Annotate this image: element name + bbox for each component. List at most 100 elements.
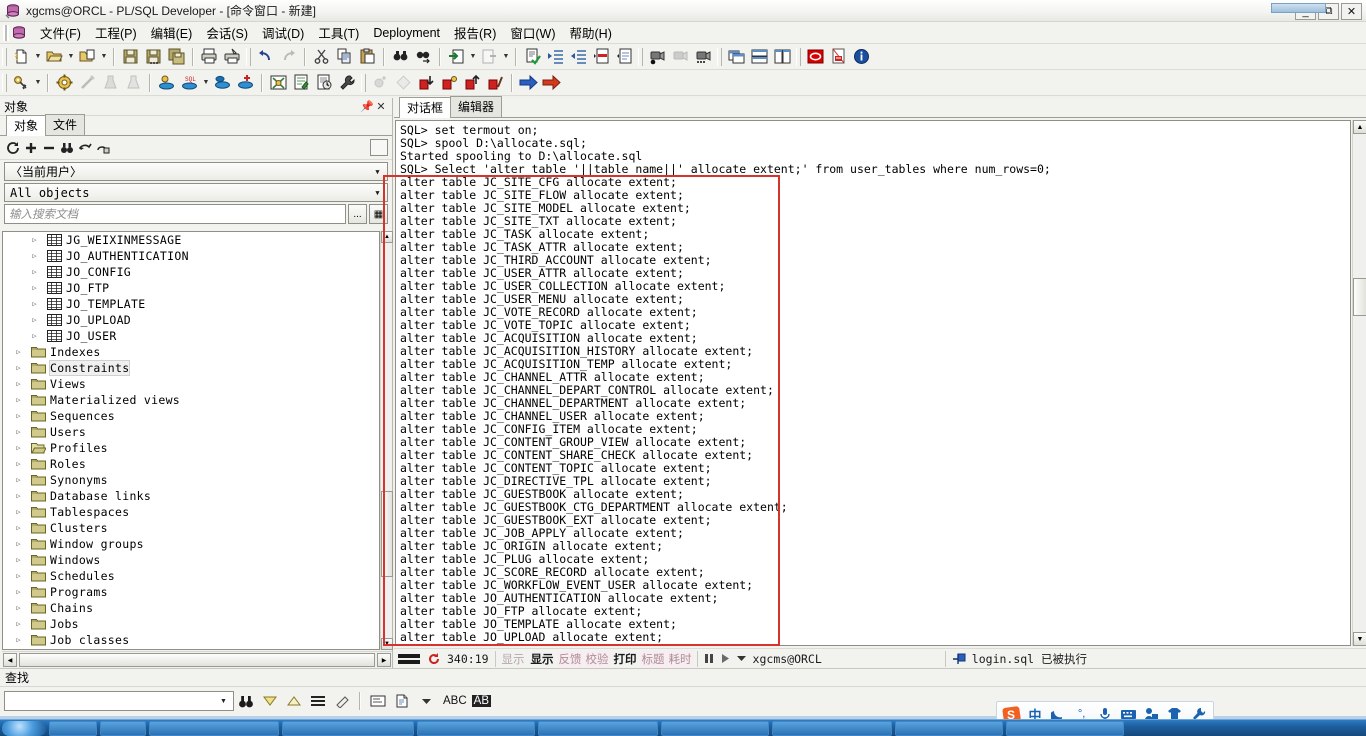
find-down-icon[interactable]	[258, 690, 282, 712]
options-chevron-icon[interactable]	[414, 690, 438, 712]
find-in-window-icon[interactable]	[366, 690, 390, 712]
add-icon[interactable]	[22, 139, 40, 157]
toolbar-session-grip[interactable]	[2, 74, 7, 92]
expand-chevron-icon[interactable]: ▷	[13, 348, 24, 356]
menu-debug[interactable]: 调试(D)	[255, 21, 311, 44]
run-to-icon[interactable]	[484, 72, 507, 94]
open-folder-dropdown-icon[interactable]: ▼	[66, 46, 76, 68]
scroll-thumb[interactable]	[381, 491, 393, 577]
expand-chevron-icon[interactable]: ▷	[13, 444, 24, 452]
hscroll-right-button[interactable]: ▶	[377, 653, 391, 667]
chevron-down-icon[interactable]: ▼	[370, 164, 385, 179]
find-in-files-icon[interactable]	[390, 690, 414, 712]
beaker-icon[interactable]	[99, 72, 122, 94]
expand-chevron-icon[interactable]: ▷	[13, 620, 24, 628]
cut-icon[interactable]	[310, 46, 333, 68]
status-button-show-2[interactable]: 显示	[528, 650, 557, 668]
hscroll-left-button[interactable]: ◀	[3, 653, 17, 667]
pause-icon[interactable]	[701, 650, 717, 668]
expand-chevron-icon[interactable]: ▷	[29, 300, 40, 308]
menu-help[interactable]: 帮助(H)	[563, 21, 619, 44]
open-folder-icon[interactable]	[43, 46, 66, 68]
tree-node[interactable]: ▷JO_AUTHENTICATION	[3, 248, 379, 264]
expand-chevron-icon[interactable]: ▷	[13, 380, 24, 388]
import-dropdown-icon[interactable]: ▼	[468, 46, 478, 68]
outdent-icon[interactable]	[567, 46, 590, 68]
menu-project[interactable]: 工程(P)	[88, 21, 144, 44]
panel-options-button[interactable]	[370, 139, 388, 156]
gear-icon[interactable]	[53, 72, 76, 94]
tab-dialog[interactable]: 对话框	[399, 97, 451, 118]
db-add-icon[interactable]	[234, 72, 257, 94]
console-vscrollbar[interactable]: ▲ ▼	[1352, 120, 1366, 646]
breakpoint-clear-icon[interactable]	[392, 72, 415, 94]
expand-chevron-icon[interactable]: ▷	[13, 460, 24, 468]
tree-node[interactable]: ▷Jobs	[3, 616, 379, 632]
console-scroll-thumb[interactable]	[1353, 278, 1366, 316]
tree-node[interactable]: ▷Materialized views	[3, 392, 379, 408]
tree-node[interactable]: ▷Window groups	[3, 536, 379, 552]
taskbar-item-10[interactable]	[1006, 721, 1124, 736]
menu-edit[interactable]: 编辑(E)	[144, 21, 200, 44]
menu-session[interactable]: 会话(S)	[199, 21, 255, 44]
step-into-icon[interactable]	[415, 72, 438, 94]
user-filter-combo[interactable]: 〈当前用户〉 ▼	[4, 162, 388, 181]
chevron-down-icon[interactable]: ▼	[216, 694, 231, 709]
taskbar-item-1[interactable]	[49, 721, 97, 736]
find-icon[interactable]	[389, 46, 412, 68]
clear-highlight-icon[interactable]	[330, 690, 354, 712]
refresh-icon[interactable]	[4, 139, 22, 157]
find-up-icon[interactable]	[282, 690, 306, 712]
step-over-icon[interactable]	[438, 72, 461, 94]
filter-icon[interactable]	[76, 139, 94, 157]
tree-node[interactable]: ▷Programs	[3, 584, 379, 600]
test-window-icon[interactable]	[267, 72, 290, 94]
expand-chevron-icon[interactable]: ▷	[13, 540, 24, 548]
taskbar-item-6[interactable]	[538, 721, 658, 736]
toolbar-standard-grip[interactable]	[2, 48, 7, 66]
tree-node[interactable]: ▷Indexes	[3, 344, 379, 360]
check-syntax-icon[interactable]	[521, 46, 544, 68]
tree-node[interactable]: ▷JO_UPLOAD	[3, 312, 379, 328]
status-button-print[interactable]: 打印	[611, 650, 640, 668]
session-key-icon[interactable]	[10, 72, 33, 94]
tree-node[interactable]: ▷Profiles	[3, 440, 379, 456]
lock-icon[interactable]	[94, 139, 112, 157]
comment-icon[interactable]	[590, 46, 613, 68]
scroll-up-button[interactable]: ▲	[381, 231, 393, 243]
tree-node[interactable]: ▷Synonyms	[3, 472, 379, 488]
expand-chevron-icon[interactable]: ▷	[29, 252, 40, 260]
object-filter-combo[interactable]: All objects ▼	[4, 183, 388, 202]
tree-node[interactable]: ▷JG_WEIXINMESSAGE	[3, 232, 379, 248]
stop-icon[interactable]	[804, 46, 827, 68]
taskbar-item-5[interactable]	[417, 721, 535, 736]
pdf-icon[interactable]	[827, 46, 850, 68]
print-icon[interactable]	[198, 46, 221, 68]
menu-deployment[interactable]: Deployment	[366, 24, 447, 42]
beaker2-icon[interactable]	[122, 72, 145, 94]
find-input[interactable]: ▼	[4, 691, 234, 711]
find-binoculars-icon[interactable]	[234, 690, 258, 712]
search-grid-button[interactable]: ▦	[369, 204, 388, 224]
object-tree[interactable]: ▷JG_WEIXINMESSAGE▷JO_AUTHENTICATION▷JO_C…	[2, 231, 380, 650]
object-tree-hscrollbar[interactable]: ◀ ▶	[2, 651, 392, 668]
wand-icon[interactable]	[76, 72, 99, 94]
taskbar-item-2[interactable]	[100, 721, 146, 736]
start-orb-icon[interactable]	[2, 721, 46, 736]
scroll-down-button[interactable]: ▼	[381, 638, 393, 650]
chevron-down-icon[interactable]: ▼	[370, 185, 385, 200]
step-out-icon[interactable]	[461, 72, 484, 94]
tree-node[interactable]: ▷Database links	[3, 488, 379, 504]
console-scroll-up-button[interactable]: ▲	[1353, 120, 1366, 134]
uncomment-icon[interactable]	[613, 46, 636, 68]
expand-chevron-icon[interactable]: ▷	[13, 556, 24, 564]
play-macro-icon[interactable]	[669, 46, 692, 68]
console-scroll-down-button[interactable]: ▼	[1353, 632, 1366, 646]
tree-node[interactable]: ▷Users	[3, 424, 379, 440]
expand-chevron-icon[interactable]: ▷	[13, 364, 24, 372]
db-sql-dropdown-icon[interactable]: ▼	[201, 72, 211, 94]
taskbar-item-9[interactable]	[895, 721, 1003, 736]
export-dropdown-icon[interactable]: ▼	[501, 46, 511, 68]
redo-icon[interactable]	[277, 46, 300, 68]
find-option-whole-word[interactable]: ABC	[438, 695, 472, 707]
